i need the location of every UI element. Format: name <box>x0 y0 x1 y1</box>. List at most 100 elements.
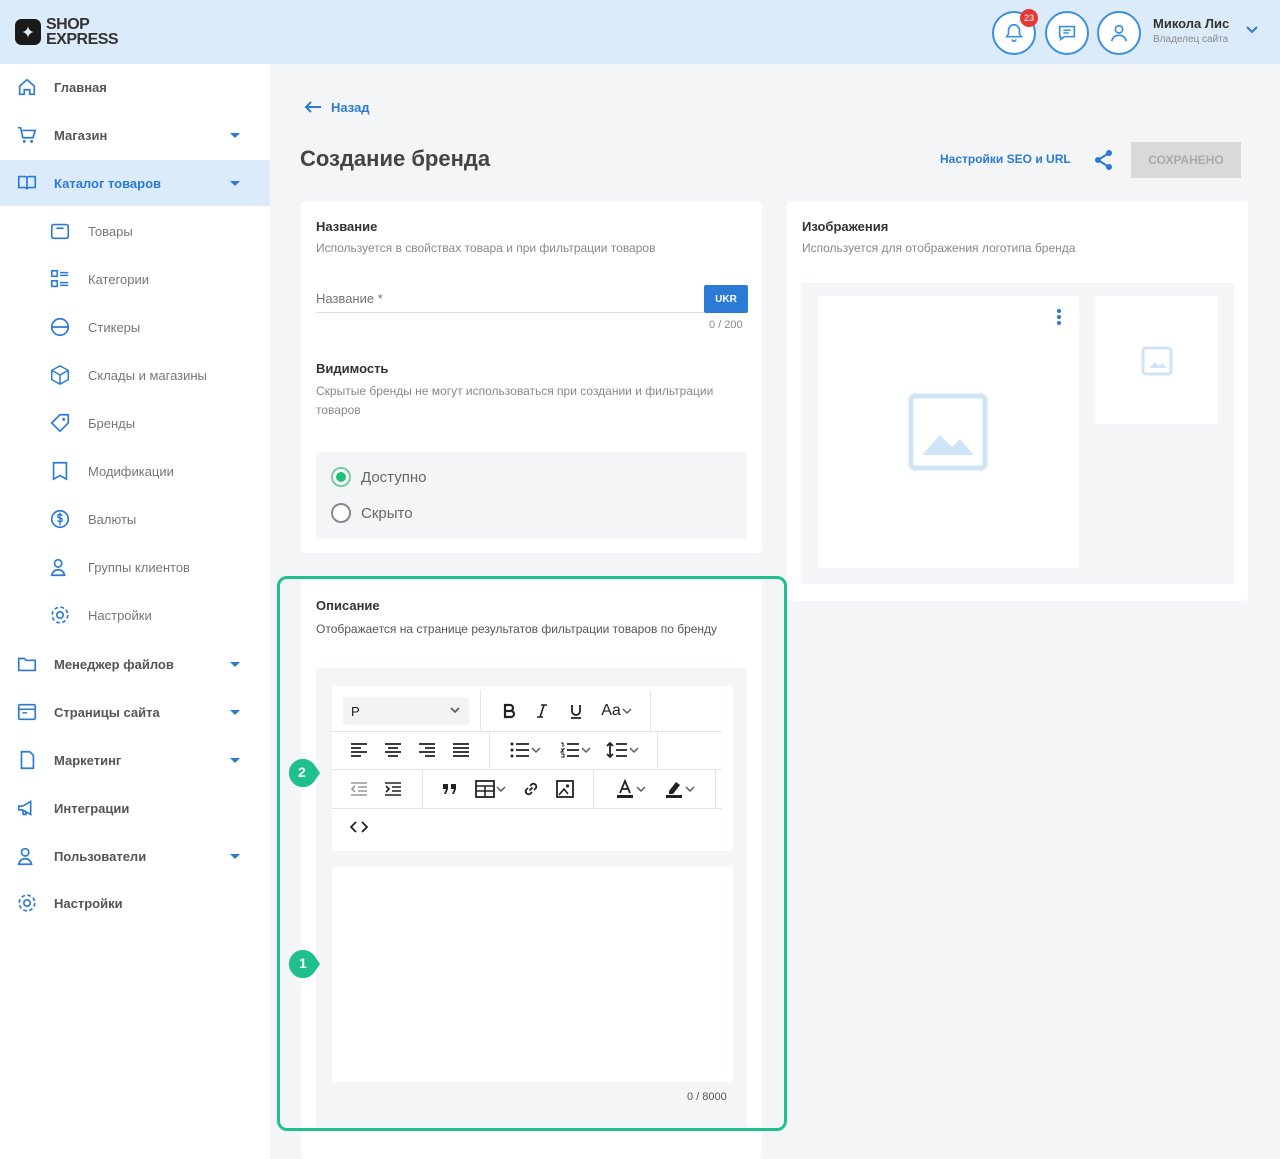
sidebar-item-label: Интеграции <box>54 800 130 816</box>
sidebar-item-label: Пользователи <box>54 848 147 864</box>
sidebar-subitem-label: Настройки <box>88 607 152 623</box>
back-link[interactable]: Назад <box>303 99 370 115</box>
page-title: Создание бренда <box>300 146 491 171</box>
seo-settings-link[interactable]: Настройки SEO и URL <box>940 152 1071 166</box>
description-highlight-frame <box>277 576 787 1131</box>
save-button[interactable]: СОХРАНЕНО <box>1131 142 1241 178</box>
expand-arrow-icon[interactable] <box>230 757 240 763</box>
expand-arrow-icon[interactable] <box>230 180 240 186</box>
folder-icon <box>17 657 37 672</box>
more-vertical-icon[interactable] <box>1056 308 1062 326</box>
sidebar-subitem-settings[interactable]: Настройки <box>0 593 270 637</box>
logo[interactable]: SHOP EXPRESS <box>14 14 124 50</box>
currency-icon <box>50 509 70 529</box>
tag-icon <box>50 413 70 433</box>
expand-arrow-icon[interactable] <box>230 132 240 138</box>
sidebar-subitem-label: Группы клиентов <box>88 559 190 575</box>
back-label: Назад <box>331 99 370 115</box>
images-title: Изображения <box>802 219 889 234</box>
sidebar-item-users[interactable]: Пользователи <box>0 833 270 879</box>
expand-arrow-icon[interactable] <box>230 661 240 667</box>
gear-icon <box>51 606 69 624</box>
chat-icon <box>1058 25 1076 42</box>
language-button[interactable]: UKR <box>704 285 748 313</box>
image-placeholder-icon <box>908 393 988 471</box>
radio-selected[interactable] <box>331 467 351 487</box>
sidebar-item-catalog[interactable]: Каталог товаров <box>0 160 270 206</box>
chat-button[interactable] <box>1045 11 1089 55</box>
add-image-icon <box>1141 346 1173 376</box>
option-label: Скрыто <box>361 504 413 522</box>
sidebar-subitem-stickers[interactable]: Стикеры <box>0 305 270 349</box>
home-icon <box>18 78 36 96</box>
sidebar-subitem-currencies[interactable]: Валюты <box>0 497 270 541</box>
main-image-slot[interactable] <box>818 296 1079 568</box>
pages-icon <box>17 703 37 721</box>
bell-icon <box>1005 23 1023 43</box>
visibility-subtitle: Скрытые бренды не могут использоваться п… <box>316 384 714 417</box>
sidebar-subitem-label: Товары <box>88 223 133 239</box>
warehouse-icon <box>51 364 69 386</box>
sidebar-subitem-label: Склады и магазины <box>88 367 207 383</box>
sidebar-subitem-label: Валюты <box>88 511 137 527</box>
user-icon <box>1110 24 1128 42</box>
sidebar-item-file-manager[interactable]: Менеджер файлов <box>0 641 270 687</box>
sticker-icon <box>50 317 70 337</box>
annotation-marker-2: 2 <box>287 756 321 790</box>
gear-icon <box>18 894 36 912</box>
sidebar-item-settings[interactable]: Настройки <box>0 880 270 926</box>
notifications-button[interactable]: 23 <box>992 9 1038 55</box>
marketing-icon <box>20 750 35 770</box>
notifications-badge: 23 <box>1020 9 1038 27</box>
visibility-option-available[interactable]: Доступно <box>331 467 426 487</box>
name-subtitle: Используется в свойствах товара и при фи… <box>316 241 656 255</box>
visibility-options <box>316 452 747 539</box>
chevron-down-icon[interactable] <box>1245 25 1259 35</box>
visibility-option-hidden[interactable]: Скрыто <box>331 503 413 523</box>
sidebar-subitem-client-groups[interactable]: Группы клиентов <box>0 545 270 589</box>
modification-icon <box>52 461 68 481</box>
logo-mark-icon <box>14 18 42 46</box>
sidebar-item-label: Маркетинг <box>54 752 122 768</box>
sidebar-item-home[interactable]: Главная <box>0 64 270 110</box>
share-icon[interactable] <box>1094 149 1114 171</box>
option-label: Доступно <box>361 468 427 486</box>
box-icon <box>50 223 70 240</box>
sidebar-subitem-label: Категории <box>88 271 149 287</box>
annotation-marker-1: 1 <box>287 947 321 981</box>
radio-unselected[interactable] <box>331 503 351 523</box>
add-image-slot[interactable] <box>1095 296 1218 424</box>
book-icon <box>17 175 37 190</box>
sidebar-item-label: Каталог товаров <box>54 175 162 191</box>
brand-name-input[interactable] <box>316 285 704 313</box>
images-subtitle: Используется для отображения логотипа бр… <box>802 241 1076 255</box>
users-icon <box>17 847 33 866</box>
sidebar-subitem-label: Стикеры <box>88 319 141 335</box>
sidebar-item-pages[interactable]: Страницы сайта <box>0 689 270 735</box>
name-counter: 0 / 200 <box>709 319 743 331</box>
sidebar-item-shop[interactable]: Магазин <box>0 112 270 158</box>
logo-line-2: EXPRESS <box>46 31 119 48</box>
user-name[interactable]: Микола Лис <box>1153 16 1229 31</box>
sidebar-item-marketing[interactable]: Маркетинг <box>0 737 270 783</box>
sidebar-item-label: Настройки <box>54 895 123 911</box>
sidebar-subitem-categories[interactable]: Категории <box>0 257 270 301</box>
sidebar-subitem-products[interactable]: Товары <box>0 209 270 253</box>
expand-arrow-icon[interactable] <box>230 853 240 859</box>
arrow-left-icon <box>304 101 321 113</box>
sidebar-subitem-label: Модификации <box>88 463 174 479</box>
sidebar-item-integrations[interactable]: Интеграции <box>0 785 270 831</box>
cart-icon <box>17 126 37 143</box>
logo-text: SHOP EXPRESS <box>46 16 119 48</box>
sidebar-subitem-label: Бренды <box>88 415 136 431</box>
expand-arrow-icon[interactable] <box>230 709 240 715</box>
client-group-icon <box>50 558 66 577</box>
sidebar-subitem-warehouses[interactable]: Склады и магазины <box>0 353 270 397</box>
profile-button[interactable] <box>1097 11 1141 55</box>
sidebar-subitem-modifications[interactable]: Модификации <box>0 449 270 493</box>
categories-icon <box>50 269 69 288</box>
user-role: Владелец сайта <box>1153 34 1229 45</box>
name-title: Название <box>316 219 378 234</box>
logo-line-1: SHOP <box>46 16 90 33</box>
sidebar-subitem-brands[interactable]: Бренды <box>0 401 270 445</box>
